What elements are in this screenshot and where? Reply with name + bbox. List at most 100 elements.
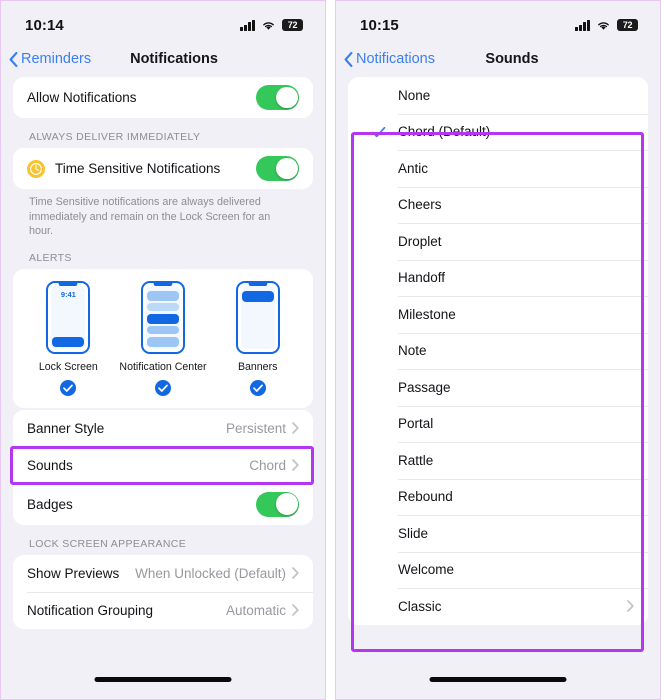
- alert-label-banners: Banners: [237, 360, 278, 373]
- home-indicator: [429, 677, 567, 682]
- sound-option-row[interactable]: None: [348, 77, 648, 114]
- notification-settings-group: Banner Style Persistent Sounds Chord Bad…: [13, 409, 313, 525]
- alert-label-notification-center: Notification Center: [119, 360, 207, 373]
- check-icon-lock-screen[interactable]: [60, 379, 77, 396]
- back-button-notifications[interactable]: Notifications: [344, 51, 435, 67]
- alerts-header: ALERTS: [29, 251, 72, 264]
- row-show-previews[interactable]: Show Previews When Unlocked (Default): [13, 554, 313, 592]
- alerts-group: 9:41 Lock Screen Notification Center Ban…: [13, 268, 313, 408]
- lock-screen-appearance-group: Show Previews When Unlocked (Default) No…: [13, 554, 313, 629]
- sound-option-row[interactable]: Droplet: [348, 223, 648, 260]
- sounds-value: Chord: [249, 457, 286, 473]
- notification-grouping-label: Notification Grouping: [27, 602, 154, 618]
- allow-notifications-label: Allow Notifications: [27, 90, 137, 105]
- status-icon-group: 72: [240, 19, 303, 31]
- nav-bar-left: Reminders Notifications: [1, 41, 325, 77]
- chevron-left-icon: [9, 51, 18, 67]
- chevron-right-icon: [292, 422, 299, 435]
- chevron-right-icon: [292, 567, 299, 580]
- sound-option-row[interactable]: Milestone: [348, 296, 648, 333]
- allow-notifications-toggle[interactable]: [256, 85, 299, 110]
- alert-option-lock-screen[interactable]: 9:41 Lock Screen: [21, 280, 116, 396]
- sound-option-row[interactable]: Classic: [348, 588, 648, 625]
- sound-option-row[interactable]: Portal: [348, 405, 648, 442]
- sound-option-row[interactable]: Welcome: [348, 551, 648, 588]
- badges-label: Badges: [27, 496, 73, 512]
- banner-style-value: Persistent: [225, 420, 286, 436]
- sound-option-label: Classic: [398, 598, 442, 614]
- row-sounds[interactable]: Sounds Chord: [13, 446, 313, 484]
- home-indicator: [94, 677, 232, 682]
- battery-icon: 72: [617, 19, 638, 31]
- time-sensitive-toggle[interactable]: [256, 156, 299, 181]
- show-previews-value: When Unlocked (Default): [135, 565, 286, 581]
- time-sensitive-group: Time Sensitive Notifications: [13, 148, 313, 189]
- screenshot-stage: 10:14 72 Reminders Notifications Allow N…: [0, 0, 661, 700]
- back-button-label: Reminders: [21, 51, 92, 67]
- chevron-right-icon: [292, 604, 299, 617]
- row-allow-notifications[interactable]: Allow Notifications: [13, 77, 313, 118]
- always-deliver-header: ALWAYS DELIVER IMMEDIATELY: [29, 131, 201, 143]
- notification-grouping-value: Automatic: [225, 602, 286, 618]
- lock-screen-preview-icon: 9:41: [46, 280, 91, 354]
- row-badges[interactable]: Badges: [13, 483, 313, 525]
- wifi-icon: [263, 21, 274, 30]
- sound-option-label: Passage: [398, 379, 451, 395]
- sound-option-row[interactable]: Rattle: [348, 442, 648, 479]
- wifi-icon: [598, 21, 609, 30]
- sound-option-label: Rebound: [398, 489, 453, 505]
- sound-option-label: Note: [398, 343, 427, 359]
- sound-option-label: Chord (Default): [398, 124, 491, 140]
- row-notification-grouping[interactable]: Notification Grouping Automatic: [13, 591, 313, 629]
- notification-center-preview-icon: [141, 280, 185, 354]
- row-time-sensitive[interactable]: Time Sensitive Notifications: [13, 148, 313, 189]
- chevron-left-icon: [344, 51, 353, 67]
- back-button-reminders[interactable]: Reminders: [9, 51, 91, 67]
- banner-style-label: Banner Style: [27, 420, 105, 436]
- cellular-signal-icon: [575, 19, 590, 31]
- alert-option-notification-center[interactable]: Notification Center: [116, 280, 211, 396]
- checkmark-icon: [360, 125, 398, 139]
- alert-option-banners[interactable]: Banners: [210, 280, 305, 396]
- sounds-label: Sounds: [27, 457, 73, 473]
- chevron-right-icon: [292, 459, 299, 472]
- status-time: 10:15: [360, 16, 399, 34]
- cellular-signal-icon: [240, 19, 255, 31]
- sound-option-label: None: [398, 87, 431, 103]
- battery-icon: 72: [282, 19, 303, 31]
- sound-option-row[interactable]: Cheers: [348, 186, 648, 223]
- sound-option-row[interactable]: Chord (Default): [348, 113, 648, 150]
- row-banner-style[interactable]: Banner Style Persistent: [13, 409, 313, 447]
- status-bar-right: 10:15 72: [336, 1, 660, 41]
- sound-option-label: Rattle: [398, 452, 434, 468]
- sound-option-label: Antic: [398, 160, 429, 176]
- clock-icon: [27, 159, 45, 178]
- allow-notifications-group: Allow Notifications: [13, 77, 313, 118]
- show-previews-label: Show Previews: [27, 565, 120, 581]
- status-time: 10:14: [25, 16, 64, 34]
- sound-option-label: Slide: [398, 525, 429, 541]
- sound-option-label: Handoff: [398, 270, 446, 286]
- sound-option-row[interactable]: Passage: [348, 369, 648, 406]
- badges-toggle[interactable]: [256, 491, 299, 517]
- right-phone-screen: 10:15 72 Notifications Sounds None Chord…: [335, 0, 661, 700]
- nav-bar-right: Notifications Sounds: [336, 41, 660, 77]
- left-phone-screen: 10:14 72 Reminders Notifications Allow N…: [0, 0, 326, 700]
- sound-option-row[interactable]: Note: [348, 332, 648, 369]
- sounds-list: None Chord (Default) Antic Cheers Droplet Han…: [348, 77, 648, 625]
- check-icon-banners[interactable]: [249, 379, 266, 396]
- check-icon-notification-center[interactable]: [155, 379, 171, 396]
- sound-option-label: Milestone: [398, 306, 456, 322]
- sound-option-row[interactable]: Rebound: [348, 478, 648, 515]
- sound-option-row[interactable]: Slide: [348, 515, 648, 552]
- sound-option-row[interactable]: Antic: [348, 150, 648, 187]
- time-sensitive-label: Time Sensitive Notifications: [55, 161, 221, 176]
- alert-label-lock-screen: Lock Screen: [38, 360, 98, 373]
- sound-option-label: Welcome: [398, 562, 455, 578]
- time-sensitive-footnote: Time Sensitive notifications are always …: [29, 196, 271, 238]
- left-content: Allow Notifications ALWAYS DELIVER IMMED…: [1, 77, 325, 629]
- sound-option-label: Droplet: [398, 233, 442, 249]
- status-bar-left: 10:14 72: [1, 1, 325, 41]
- sound-option-row[interactable]: Handoff: [348, 259, 648, 296]
- status-icon-group: 72: [575, 19, 638, 31]
